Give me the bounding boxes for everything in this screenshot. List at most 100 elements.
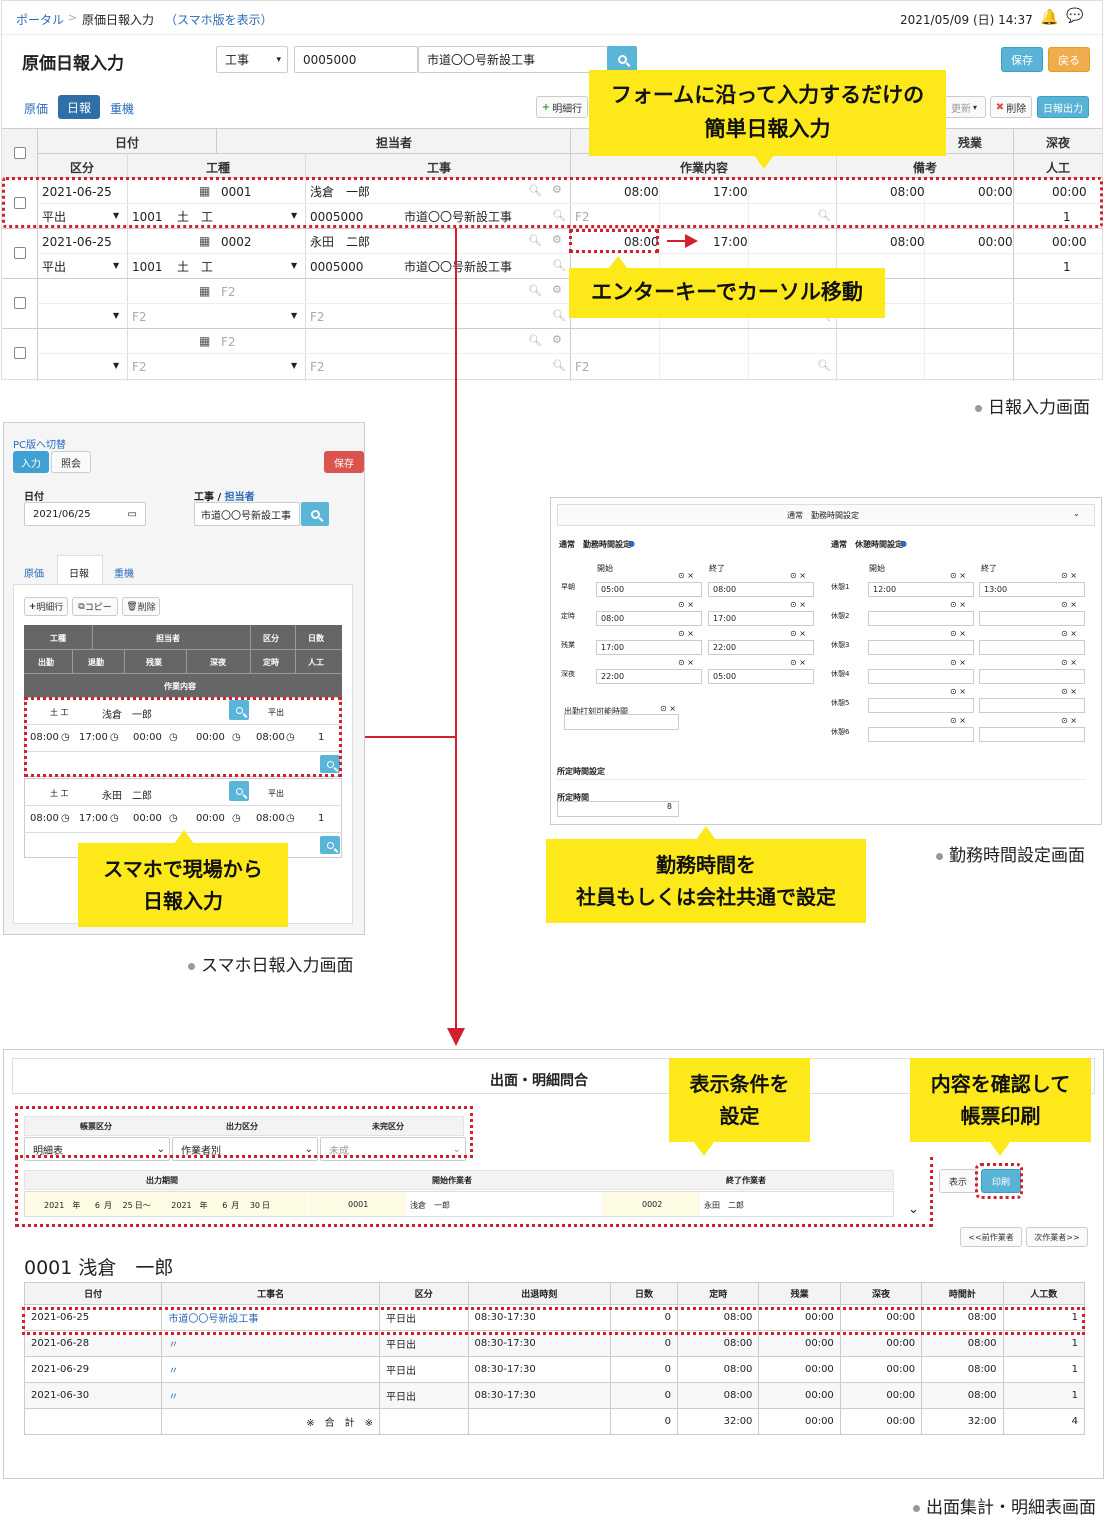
kinmu-start-input[interactable]: 22:00: [596, 669, 702, 684]
kinmu-end-input[interactable]: 17:00: [708, 611, 814, 626]
dakoku-input[interactable]: [564, 714, 679, 730]
clear-icon[interactable]: ⊙ ×: [950, 687, 966, 696]
break-start-input[interactable]: [868, 611, 974, 626]
search-icon[interactable]: 🔍︎: [552, 259, 566, 272]
empty-f2[interactable]: F2: [221, 286, 236, 298]
clear-icon[interactable]: ⊙ ×: [950, 600, 966, 609]
clear-icon[interactable]: ⊙ ×: [678, 600, 694, 609]
search-icon[interactable]: 🔍︎: [552, 359, 566, 372]
search-button[interactable]: [607, 46, 637, 73]
calendar-icon[interactable]: ▭: [128, 509, 137, 520]
clear-icon[interactable]: ⊙ ×: [790, 658, 806, 667]
kinmu-end-input[interactable]: 22:00: [708, 640, 814, 655]
mobile-tab-genka[interactable]: 原価: [24, 565, 44, 580]
chevron-down-icon[interactable]: ▼: [113, 362, 119, 370]
prev-worker-button[interactable]: <<前作業者: [960, 1227, 1022, 1247]
break-end-input[interactable]: [979, 669, 1085, 684]
break-start-input[interactable]: [868, 669, 974, 684]
kinmu-start-input[interactable]: 05:00: [596, 582, 702, 597]
mobile-tab-juki[interactable]: 重機: [114, 565, 134, 580]
clear-icon[interactable]: ⊙ ×: [1061, 629, 1077, 638]
search-icon[interactable]: 🔍︎: [552, 309, 566, 322]
chevron-down-icon[interactable]: ▼: [113, 262, 119, 270]
mobile-delete[interactable]: 🗑︎ 削除: [122, 597, 160, 616]
pc-switch-link[interactable]: PC版へ切替: [13, 436, 66, 451]
break-start-input[interactable]: [868, 727, 974, 742]
save-button[interactable]: 保存: [1001, 47, 1043, 72]
clear-icon[interactable]: ⊙ ×: [950, 629, 966, 638]
empty-f2[interactable]: F2: [575, 361, 590, 373]
clear-icon[interactable]: ⊙ ×: [678, 658, 694, 667]
bell-icon[interactable]: 🔔: [1040, 8, 1059, 26]
search-icon[interactable]: 🔍︎: [528, 334, 542, 347]
clear-icon[interactable]: ⊙ ×: [950, 571, 966, 580]
clear-icon[interactable]: ⊙ ×: [1061, 716, 1077, 725]
add-row-button[interactable]: + 明細行: [536, 96, 588, 118]
break-start-input[interactable]: [868, 698, 974, 713]
row-koji-name[interactable]: 市道〇〇号新設工事: [404, 261, 512, 273]
chevron-down-icon[interactable]: ▼: [113, 312, 119, 320]
row-ninku[interactable]: 1: [1063, 261, 1071, 273]
nippo-output-button[interactable]: 日報出力: [1037, 96, 1089, 118]
empty-f2[interactable]: F2: [310, 311, 325, 323]
mobile-add-row[interactable]: + 明細行: [24, 597, 68, 616]
calendar-icon[interactable]: ▦: [199, 285, 210, 297]
row-emp-code[interactable]: 0002: [221, 236, 252, 248]
kinmu-end-input[interactable]: 05:00: [708, 669, 814, 684]
tab-input[interactable]: 入力: [13, 451, 49, 473]
show-button[interactable]: 表示: [939, 1169, 977, 1193]
mobile-save-button[interactable]: 保存: [324, 451, 364, 473]
row-koji-code[interactable]: 0005000: [310, 261, 363, 273]
clear-icon[interactable]: ⊙ ×: [950, 658, 966, 667]
clear-icon[interactable]: ⊙ ×: [790, 629, 806, 638]
row-shinya[interactable]: 00:00: [1052, 236, 1087, 248]
row-zangyo[interactable]: 00:00: [978, 236, 1013, 248]
empty-f2[interactable]: F2: [132, 361, 147, 373]
row-kubun[interactable]: 平出: [42, 261, 66, 273]
chevron-down-icon[interactable]: ▼: [291, 262, 297, 270]
break-end-input[interactable]: [979, 611, 1085, 626]
select-all-checkbox[interactable]: [14, 147, 26, 159]
row-checkbox[interactable]: [14, 347, 26, 359]
break-end-input[interactable]: [979, 698, 1085, 713]
clear-icon[interactable]: ⊙ ×: [678, 629, 694, 638]
chevron-down-icon[interactable]: ▼: [291, 312, 297, 320]
mobile-koji-input[interactable]: 市道〇〇号新設工事: [194, 502, 300, 526]
break-start-input[interactable]: 12:00: [868, 582, 974, 597]
clear-icon[interactable]: ⊙ ×: [790, 571, 806, 580]
shotei-input[interactable]: 8: [557, 801, 679, 817]
tab-genka[interactable]: 原価: [24, 100, 48, 117]
kinmu-start-input[interactable]: 17:00: [596, 640, 702, 655]
search-icon[interactable]: 🔍︎: [817, 359, 831, 372]
mobile-link[interactable]: （スマホ版を表示）: [165, 11, 273, 28]
calendar-icon[interactable]: ▦: [199, 235, 210, 247]
tab-nippo[interactable]: 日報: [58, 95, 100, 119]
search-button[interactable]: [229, 781, 249, 801]
mobile-search-button[interactable]: [301, 502, 329, 526]
kinmu-start-input[interactable]: 08:00: [596, 611, 702, 626]
clear-icon[interactable]: ⊙ ×: [1061, 600, 1077, 609]
clear-icon[interactable]: ⊙ ×: [1061, 687, 1077, 696]
empty-f2[interactable]: F2: [132, 311, 147, 323]
search-button[interactable]: [320, 836, 340, 854]
row-emp-name[interactable]: 永田 二郎: [310, 236, 370, 248]
calendar-icon[interactable]: ▦: [199, 335, 210, 347]
break-end-input[interactable]: [979, 640, 1085, 655]
search-icon[interactable]: 🔍︎: [528, 234, 542, 247]
clear-icon[interactable]: ⊙ ×: [1061, 658, 1077, 667]
tab-inquiry[interactable]: 照会: [51, 451, 91, 473]
update-button[interactable]: 更新 ▾: [942, 96, 986, 118]
chat-icon[interactable]: 💬: [1066, 8, 1083, 24]
mobile-copy[interactable]: ⧉ コピー: [72, 597, 118, 616]
clear-icon[interactable]: ⊙ ×: [678, 571, 694, 580]
gear-icon[interactable]: ⚙: [552, 283, 562, 296]
row-koshu-code[interactable]: 1001: [132, 261, 163, 273]
mobile-date-input[interactable]: 2021/06/25 ▭: [24, 502, 146, 526]
break-end-input[interactable]: [979, 727, 1085, 742]
gear-icon[interactable]: ⚙: [552, 233, 562, 246]
empty-f2[interactable]: F2: [221, 336, 236, 348]
row-checkbox[interactable]: [14, 297, 26, 309]
empty-f2[interactable]: F2: [310, 361, 325, 373]
gear-icon[interactable]: ⚙: [552, 333, 562, 346]
row-date[interactable]: 2021-06-25: [42, 236, 112, 248]
